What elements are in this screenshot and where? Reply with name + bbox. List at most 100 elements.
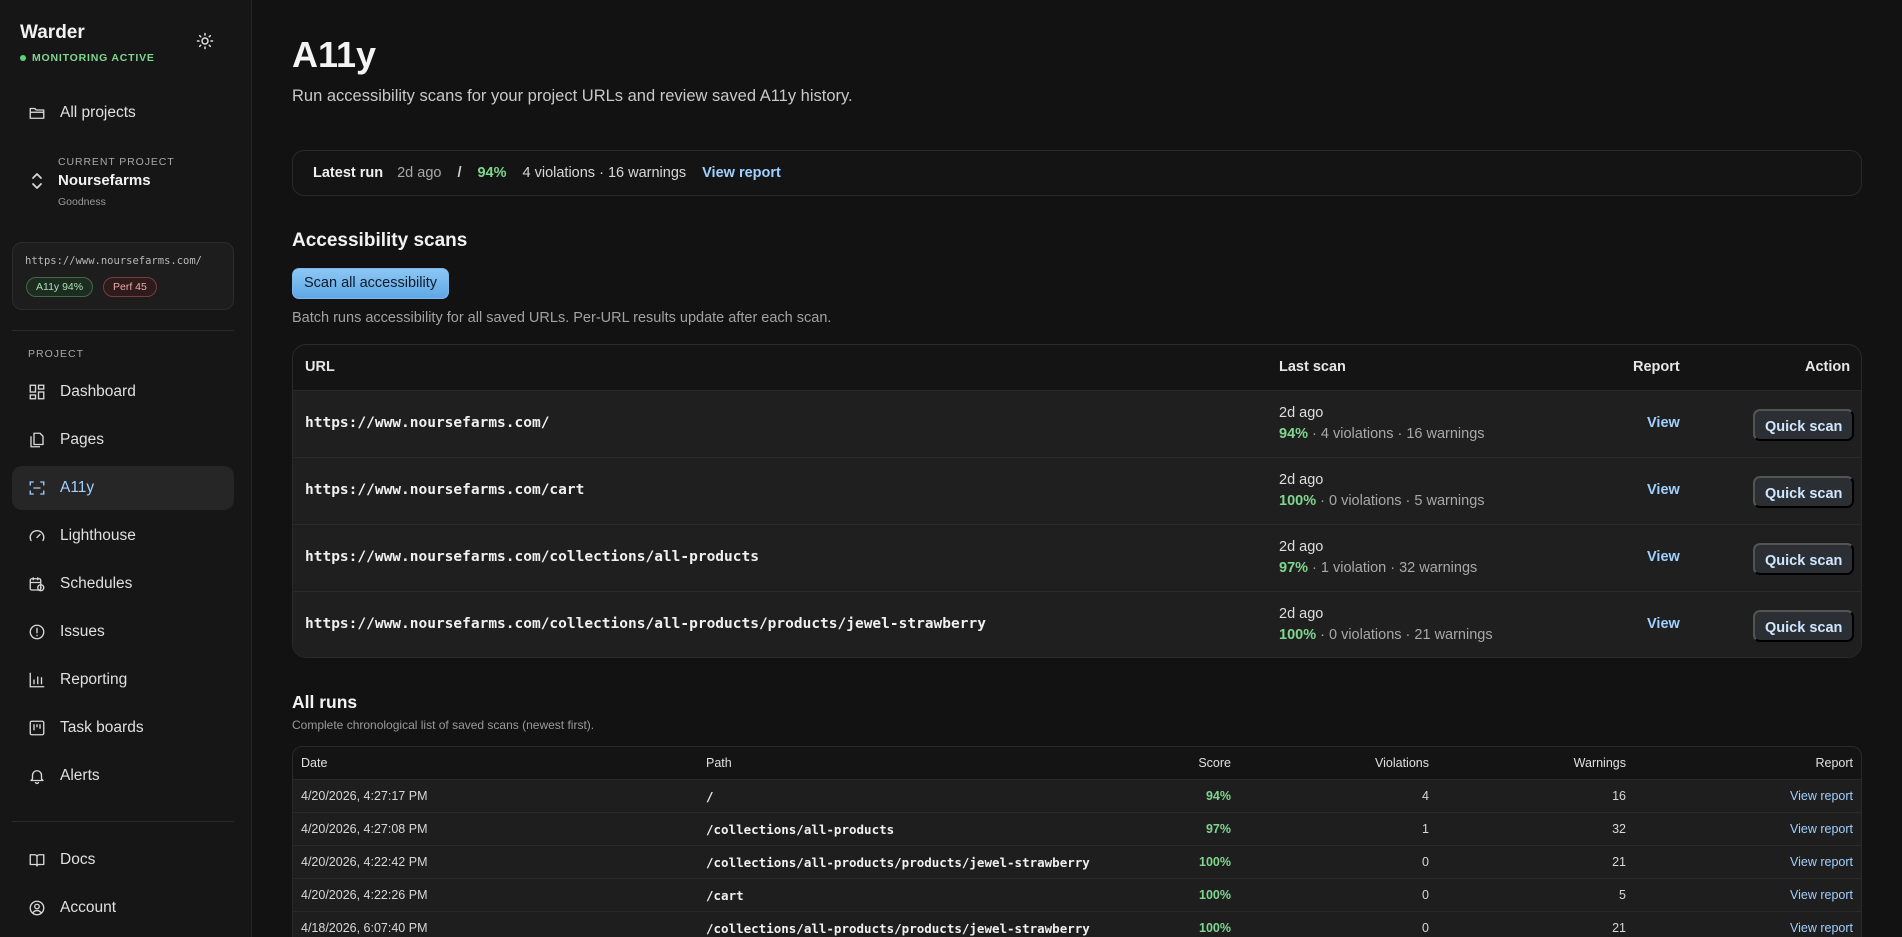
quick-scan-button[interactable]: Quick scan bbox=[1753, 409, 1855, 441]
pages-icon bbox=[30, 432, 44, 448]
scan-result: 100% · 0 violations · 5 warnings bbox=[1279, 493, 1485, 509]
sidebar-item-label: Lighthouse bbox=[60, 527, 136, 544]
view-link[interactable]: View bbox=[1647, 616, 1680, 632]
view-link[interactable]: View bbox=[1647, 482, 1680, 498]
sidebar-item-label: A11y bbox=[60, 479, 95, 496]
sidebar-item-label: Account bbox=[60, 899, 117, 916]
scans-table: URL Last scan Report Action https://www.… bbox=[292, 344, 1862, 658]
run-warnings: 21 bbox=[1612, 855, 1626, 869]
scan-url: https://www.noursefarms.com/collections/… bbox=[305, 549, 759, 565]
sidebar-item-lighthouse[interactable]: Lighthouse bbox=[12, 514, 234, 558]
scan-detail: · 1 violation · 32 warnings bbox=[1308, 560, 1478, 576]
run-path: /collections/all-products/products/jewel… bbox=[706, 855, 1090, 870]
view-report-link[interactable]: View report bbox=[1790, 888, 1853, 902]
sidebar-item-schedules[interactable]: Schedules bbox=[12, 562, 234, 606]
bar-chart-icon bbox=[29, 672, 45, 688]
run-warnings: 21 bbox=[1612, 921, 1626, 935]
run-date: 4/20/2026, 4:22:42 PM bbox=[301, 855, 428, 869]
run-path: /cart bbox=[706, 888, 744, 903]
section-label: PROJECT bbox=[28, 348, 85, 360]
all-projects-label: All projects bbox=[60, 104, 136, 121]
run-warnings: 32 bbox=[1612, 822, 1626, 836]
scan-detail: · 0 violations · 5 warnings bbox=[1316, 493, 1485, 509]
calendar-icon bbox=[29, 577, 45, 592]
page-subtitle: Run accessibility scans for your project… bbox=[292, 87, 853, 105]
status-dot-icon bbox=[20, 55, 26, 61]
sun-icon bbox=[196, 32, 214, 50]
sidebar-item-dashboard[interactable]: Dashboard bbox=[12, 370, 234, 414]
view-report-link[interactable]: View report bbox=[1790, 789, 1853, 803]
sidebar-item-label: Reporting bbox=[60, 671, 128, 688]
view-report-link[interactable]: View report bbox=[1790, 855, 1853, 869]
run-date: 4/20/2026, 4:27:17 PM bbox=[301, 789, 428, 803]
run-violations: 4 bbox=[1422, 789, 1429, 803]
col-report: Report bbox=[1815, 756, 1853, 770]
sidebar-item-docs[interactable]: Docs bbox=[12, 838, 234, 882]
scan-result: 100% · 0 violations · 21 warnings bbox=[1279, 627, 1493, 643]
sidebar-item-issues[interactable]: Issues bbox=[12, 610, 234, 654]
col-url: URL bbox=[305, 359, 335, 375]
all-projects-link[interactable]: All projects bbox=[12, 91, 234, 135]
table-row: 4/20/2026, 4:22:42 PM /collections/all-p… bbox=[293, 845, 1861, 878]
project-url-card[interactable]: https://www.noursefarms.com/ A11y 94% Pe… bbox=[12, 242, 234, 310]
table-row: https://www.noursefarms.com/cart 2d ago … bbox=[293, 457, 1861, 524]
run-violations: 1 bbox=[1422, 822, 1429, 836]
run-date: 4/20/2026, 4:27:08 PM bbox=[301, 822, 428, 836]
bell-icon bbox=[30, 770, 44, 785]
run-violations: 0 bbox=[1422, 855, 1429, 869]
sidebar-item-label: Issues bbox=[60, 623, 105, 640]
a11y-score-badge: A11y 94% bbox=[26, 277, 94, 297]
sidebar-item-reporting[interactable]: Reporting bbox=[12, 658, 234, 702]
table-row: 4/20/2026, 4:27:17 PM / 94% 4 16 View re… bbox=[293, 779, 1861, 812]
dashboard-icon bbox=[29, 384, 45, 400]
status-text: MONITORING ACTIVE bbox=[32, 52, 155, 64]
sidebar: Warder MONITORING ACTIVE All projects CU… bbox=[0, 0, 252, 937]
sidebar-item-task-boards[interactable]: Task boards bbox=[12, 706, 234, 750]
table-row: 4/20/2026, 4:22:26 PM /cart 100% 0 5 Vie… bbox=[293, 878, 1861, 911]
table-row: https://www.noursefarms.com/collections/… bbox=[293, 591, 1861, 657]
scan-all-button[interactable]: Scan all accessibility bbox=[292, 268, 449, 299]
sidebar-item-label: Alerts bbox=[60, 767, 100, 784]
project-switcher[interactable]: CURRENT PROJECT Noursefarms Goodness bbox=[30, 152, 240, 214]
alert-circle-icon bbox=[29, 624, 45, 640]
sidebar-item-label: Dashboard bbox=[60, 383, 136, 400]
sidebar-item-pages[interactable]: Pages bbox=[12, 418, 234, 462]
scan-score: 97% bbox=[1279, 560, 1309, 576]
sidebar-divider bbox=[12, 821, 234, 822]
scan-icon bbox=[29, 481, 45, 495]
sidebar-item-alerts[interactable]: Alerts bbox=[12, 754, 234, 798]
view-report-link[interactable]: View report bbox=[702, 165, 781, 181]
quick-scan-button[interactable]: Quick scan bbox=[1753, 543, 1855, 575]
sidebar-divider bbox=[12, 330, 234, 331]
run-warnings: 16 bbox=[1612, 789, 1626, 803]
sidebar-item-a11y[interactable]: A11y bbox=[12, 466, 234, 510]
sidebar-item-account[interactable]: Account bbox=[12, 886, 234, 930]
view-link[interactable]: View bbox=[1647, 415, 1680, 431]
sidebar-item-label: Schedules bbox=[60, 575, 133, 592]
scan-result: 97% · 1 violation · 32 warnings bbox=[1279, 560, 1477, 576]
run-score: 100% bbox=[1199, 921, 1231, 935]
col-path: Path bbox=[706, 756, 732, 770]
theme-toggle-button[interactable] bbox=[192, 28, 218, 54]
scan-url: https://www.noursefarms.com/cart bbox=[305, 482, 585, 498]
table-row: https://www.noursefarms.com/collections/… bbox=[293, 524, 1861, 591]
view-link[interactable]: View bbox=[1647, 549, 1680, 565]
quick-scan-button[interactable]: Quick scan bbox=[1753, 610, 1855, 642]
runs-subtitle: Complete chronological list of saved sca… bbox=[292, 718, 595, 732]
col-violations: Violations bbox=[1375, 756, 1429, 770]
scan-score: 100% bbox=[1279, 493, 1317, 509]
col-warnings: Warnings bbox=[1573, 756, 1626, 770]
quick-scan-button[interactable]: Quick scan bbox=[1753, 476, 1855, 508]
sidebar-item-label: Pages bbox=[60, 431, 104, 448]
kanban-icon bbox=[29, 720, 45, 736]
scans-hint: Batch runs accessibility for all saved U… bbox=[292, 310, 832, 326]
scans-table-header: URL Last scan Report Action bbox=[293, 345, 1861, 390]
brand-name: Warder bbox=[20, 22, 85, 43]
run-violations: 0 bbox=[1422, 921, 1429, 935]
run-score: 97% bbox=[1205, 822, 1231, 836]
latest-run-time: 2d ago bbox=[397, 165, 442, 181]
view-report-link[interactable]: View report bbox=[1790, 822, 1853, 836]
monitoring-status: MONITORING ACTIVE bbox=[20, 52, 155, 64]
scan-result: 94% · 4 violations · 16 warnings bbox=[1279, 426, 1485, 442]
view-report-link[interactable]: View report bbox=[1790, 921, 1853, 935]
